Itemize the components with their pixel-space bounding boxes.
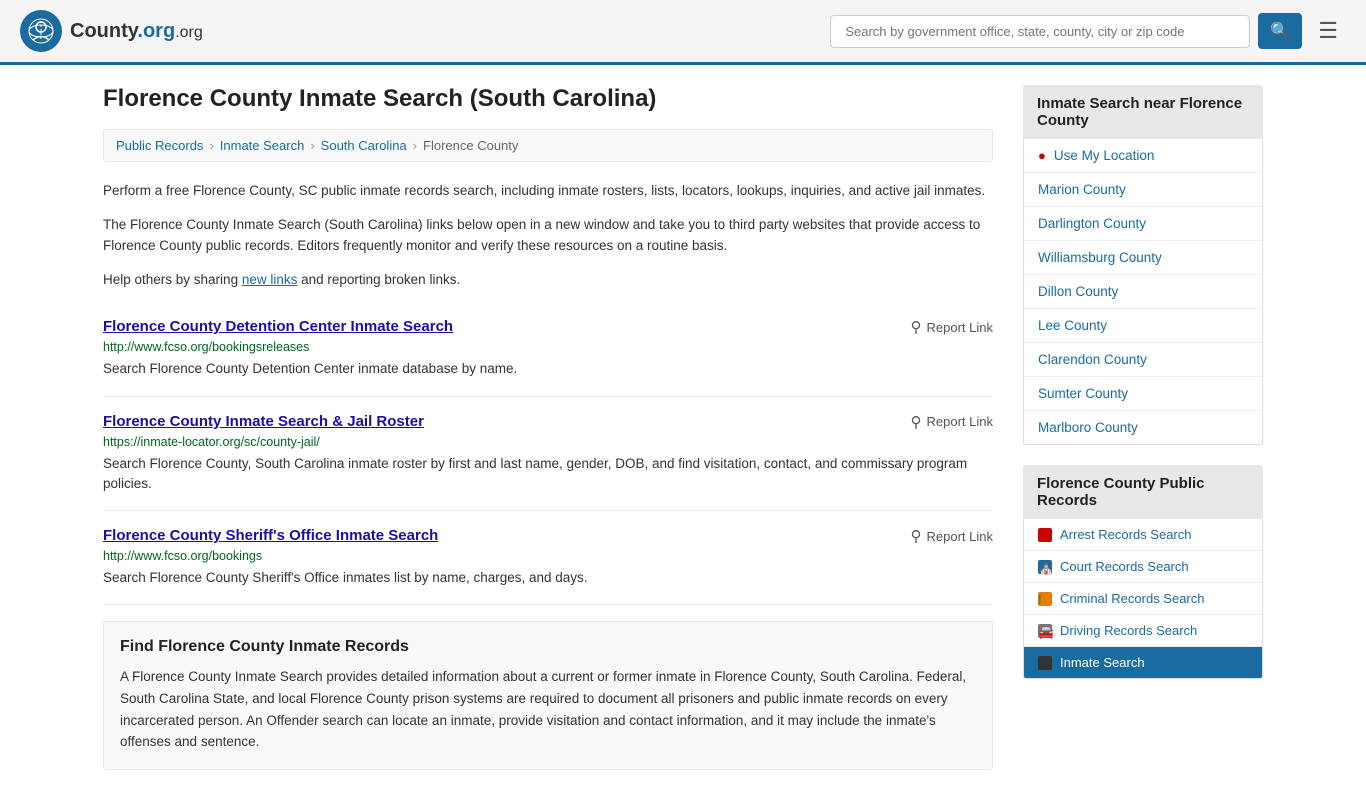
- breadcrumb: Public Records › Inmate Search › South C…: [103, 129, 993, 162]
- williamsburg-county-link[interactable]: Williamsburg County: [1038, 250, 1162, 265]
- result-url-1: http://www.fcso.org/bookingsreleases: [103, 340, 993, 354]
- result-title-1[interactable]: Florence County Detention Center Inmate …: [103, 318, 453, 335]
- search-button[interactable]: 🔍: [1258, 13, 1302, 49]
- marlboro-county-link[interactable]: Marlboro County: [1038, 420, 1138, 435]
- result-desc-1: Search Florence County Detention Center …: [103, 359, 993, 379]
- logo-text: County.org.org: [70, 20, 203, 43]
- result-desc-2: Search Florence County, South Carolina i…: [103, 454, 993, 495]
- use-my-location-link[interactable]: Use My Location: [1054, 148, 1155, 163]
- driving-records-link[interactable]: Driving Records Search: [1060, 623, 1197, 638]
- sidebar-records-section: Florence County Public Records Arrest Re…: [1023, 465, 1263, 679]
- sidebar-item-court[interactable]: ⛪ Court Records Search: [1024, 551, 1262, 583]
- sidebar-item-sumter[interactable]: Sumter County: [1024, 377, 1262, 411]
- result-item-2: Florence County Inmate Search & Jail Ros…: [103, 397, 993, 512]
- breadcrumb-florence-county: Florence County: [423, 138, 518, 153]
- sidebar-item-marlboro[interactable]: Marlboro County: [1024, 411, 1262, 444]
- report-link-3[interactable]: ⚲ Report Link: [911, 527, 993, 545]
- sidebar-item-driving[interactable]: 🚘 Driving Records Search: [1024, 615, 1262, 647]
- find-title: Find Florence County Inmate Records: [120, 638, 976, 656]
- search-input[interactable]: [830, 15, 1250, 48]
- result-title-2[interactable]: Florence County Inmate Search & Jail Ros…: [103, 413, 424, 430]
- desc-para3-suffix: and reporting broken links.: [297, 272, 460, 287]
- result-item-1: Florence County Detention Center Inmate …: [103, 302, 993, 396]
- description-para3: Help others by sharing new links and rep…: [103, 269, 993, 291]
- sidebar-item-use-location[interactable]: ● Use My Location: [1024, 139, 1262, 173]
- report-label-3: Report Link: [927, 529, 993, 544]
- criminal-records-link[interactable]: Criminal Records Search: [1060, 591, 1205, 606]
- breadcrumb-south-carolina[interactable]: South Carolina: [321, 138, 407, 153]
- result-desc-3: Search Florence County Sheriff's Office …: [103, 568, 993, 588]
- report-icon-2: ⚲: [911, 413, 922, 431]
- result-url-3: http://www.fcso.org/bookings: [103, 549, 993, 563]
- sidebar-item-darlington[interactable]: Darlington County: [1024, 207, 1262, 241]
- breadcrumb-sep-2: ›: [310, 138, 314, 153]
- breadcrumb-sep-1: ›: [209, 138, 213, 153]
- sidebar-nearby-list: ● Use My Location Marion County Darlingt…: [1023, 139, 1263, 445]
- breadcrumb-public-records[interactable]: Public Records: [116, 138, 203, 153]
- lee-county-link[interactable]: Lee County: [1038, 318, 1107, 333]
- driving-records-icon: 🚘: [1038, 624, 1052, 638]
- result-item-3: Florence County Sheriff's Office Inmate …: [103, 511, 993, 605]
- logo-area: County.org.org: [20, 10, 203, 52]
- marion-county-link[interactable]: Marion County: [1038, 182, 1126, 197]
- sidebar-item-inmate[interactable]: Inmate Search: [1024, 647, 1262, 678]
- dillon-county-link[interactable]: Dillon County: [1038, 284, 1118, 299]
- sidebar-item-dillon[interactable]: Dillon County: [1024, 275, 1262, 309]
- new-links-link[interactable]: new links: [242, 272, 298, 287]
- hamburger-icon: ☰: [1318, 18, 1338, 43]
- results-list: Florence County Detention Center Inmate …: [103, 302, 993, 605]
- sidebar-item-criminal[interactable]: ! Criminal Records Search: [1024, 583, 1262, 615]
- sidebar-records-header: Florence County Public Records: [1023, 465, 1263, 519]
- result-url-2: https://inmate-locator.org/sc/county-jai…: [103, 435, 993, 449]
- report-label-2: Report Link: [927, 414, 993, 429]
- report-icon-3: ⚲: [911, 527, 922, 545]
- sidebar-records-list: Arrest Records Search ⛪ Court Records Se…: [1023, 519, 1263, 679]
- darlington-county-link[interactable]: Darlington County: [1038, 216, 1146, 231]
- logo-icon: [20, 10, 62, 52]
- sidebar-item-arrest[interactable]: Arrest Records Search: [1024, 519, 1262, 551]
- inmate-search-link[interactable]: Inmate Search: [1060, 655, 1145, 670]
- inmate-search-icon: [1038, 656, 1052, 670]
- breadcrumb-sep-3: ›: [413, 138, 417, 153]
- sidebar-nearby-section: Inmate Search near Florence County ● Use…: [1023, 85, 1263, 445]
- sumter-county-link[interactable]: Sumter County: [1038, 386, 1128, 401]
- clarendon-county-link[interactable]: Clarendon County: [1038, 352, 1147, 367]
- main-content: Florence County Inmate Search (South Car…: [103, 85, 993, 770]
- sidebar-item-marion[interactable]: Marion County: [1024, 173, 1262, 207]
- criminal-records-icon: !: [1038, 592, 1052, 606]
- sidebar-item-clarendon[interactable]: Clarendon County: [1024, 343, 1262, 377]
- result-header-3: Florence County Sheriff's Office Inmate …: [103, 527, 993, 545]
- court-records-link[interactable]: Court Records Search: [1060, 559, 1189, 574]
- arrest-records-icon: [1038, 528, 1052, 542]
- sidebar-item-williamsburg[interactable]: Williamsburg County: [1024, 241, 1262, 275]
- report-icon-1: ⚲: [911, 318, 922, 336]
- arrest-records-link[interactable]: Arrest Records Search: [1060, 527, 1192, 542]
- result-header-1: Florence County Detention Center Inmate …: [103, 318, 993, 336]
- page-title: Florence County Inmate Search (South Car…: [103, 85, 993, 113]
- header: County.org.org 🔍 ☰: [0, 0, 1366, 65]
- sidebar-item-lee[interactable]: Lee County: [1024, 309, 1262, 343]
- report-link-2[interactable]: ⚲ Report Link: [911, 413, 993, 431]
- location-pin-icon: ●: [1038, 148, 1046, 163]
- description-para1: Perform a free Florence County, SC publi…: [103, 180, 993, 202]
- breadcrumb-inmate-search[interactable]: Inmate Search: [220, 138, 305, 153]
- result-header-2: Florence County Inmate Search & Jail Ros…: [103, 413, 993, 431]
- court-records-icon: ⛪: [1038, 560, 1052, 574]
- sidebar-nearby-header: Inmate Search near Florence County: [1023, 85, 1263, 139]
- report-label-1: Report Link: [927, 320, 993, 335]
- description-para2: The Florence County Inmate Search (South…: [103, 214, 993, 257]
- report-link-1[interactable]: ⚲ Report Link: [911, 318, 993, 336]
- result-title-3[interactable]: Florence County Sheriff's Office Inmate …: [103, 527, 438, 544]
- find-desc: A Florence County Inmate Search provides…: [120, 666, 976, 752]
- sidebar: Inmate Search near Florence County ● Use…: [1023, 85, 1263, 770]
- main-container: Florence County Inmate Search (South Car…: [83, 65, 1283, 790]
- desc-para3-prefix: Help others by sharing: [103, 272, 242, 287]
- menu-button[interactable]: ☰: [1310, 16, 1346, 46]
- find-section: Find Florence County Inmate Records A Fl…: [103, 621, 993, 769]
- search-area: 🔍 ☰: [830, 13, 1346, 49]
- search-icon: 🔍: [1270, 23, 1290, 40]
